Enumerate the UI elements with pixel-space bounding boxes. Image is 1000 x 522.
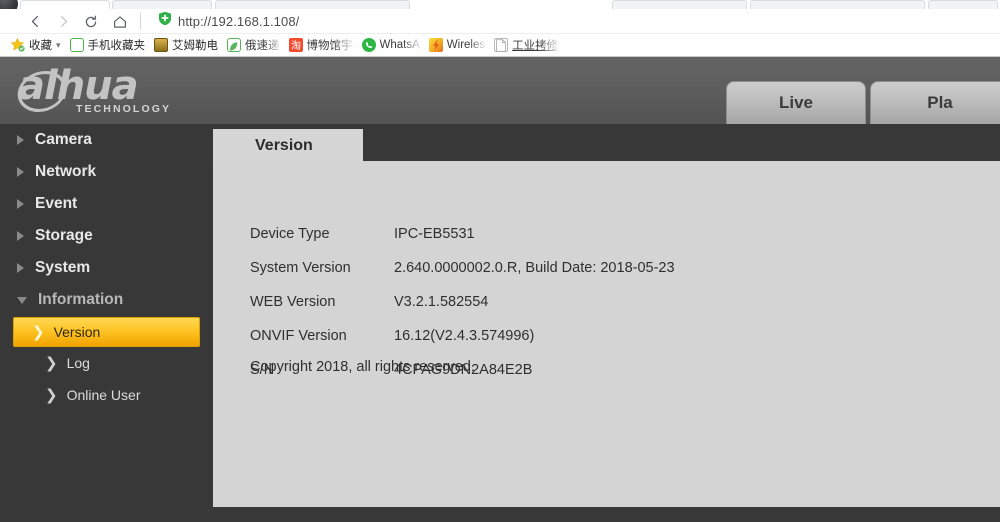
panel-tab-label: Version — [255, 137, 313, 154]
info-value: V3.2.1.582554 — [394, 294, 489, 310]
bookmark-label: Wireles — [446, 39, 486, 51]
dahua-logo: alhua TECHNOLOGY — [14, 63, 206, 117]
bookmark-item-whatsapp[interactable]: WhatsA — [361, 38, 420, 52]
toolbar-divider — [140, 12, 141, 29]
bookmark-item-express[interactable]: 俄速递 — [227, 37, 280, 53]
bookmark-label: 艾姆勒电 — [172, 40, 219, 52]
chevron-down-icon[interactable]: ▾ — [56, 40, 61, 51]
table-row: WEB Version V3.2.1.582554 — [250, 285, 675, 319]
triangle-right-icon — [17, 167, 24, 177]
chevron-right-icon: ❯ — [32, 322, 45, 341]
profile-avatar[interactable] — [0, 0, 18, 9]
bookmark-label: WhatsA — [379, 39, 420, 51]
info-label: System Version — [250, 260, 351, 276]
browser-tab[interactable] — [612, 0, 747, 9]
bookmark-item-industrial[interactable]: 工业拷修 — [494, 37, 558, 53]
bookmark-label: 工业拷修 — [512, 40, 559, 52]
phone-icon — [69, 38, 84, 52]
sidebar-item-camera[interactable]: Camera — [0, 124, 213, 156]
info-label: WEB Version — [250, 294, 336, 310]
sidebar-item-label: Network — [35, 163, 97, 180]
back-button[interactable] — [24, 11, 46, 32]
info-value: IPC-EB5531 — [394, 226, 475, 242]
sidebar-item-event[interactable]: Event — [0, 188, 213, 220]
reload-button[interactable] — [80, 11, 102, 32]
sidebar-item-label: Version — [53, 324, 101, 340]
logo-tagline: TECHNOLOGY — [76, 103, 172, 115]
sidebar-item-label: Camera — [35, 131, 92, 148]
leaf-icon — [227, 38, 242, 52]
top-tab-bar: Live Pla — [722, 81, 1000, 124]
sidebar-item-information[interactable]: Information — [0, 284, 213, 316]
sidebar-item-label: Event — [35, 195, 78, 212]
bookmark-label: 手机收藏夹 — [87, 40, 146, 52]
document-icon — [494, 38, 509, 52]
forward-button[interactable] — [52, 11, 74, 32]
copyright-text: Copyright 2018, all rights reserved. — [250, 359, 475, 375]
bookmark-item-museum[interactable]: 淘 博物馆宇 — [288, 37, 353, 53]
bookmark-item-amur[interactable]: 艾姆勒电 — [154, 37, 218, 53]
green-shield-icon[interactable] — [158, 11, 172, 31]
whatsapp-icon — [361, 38, 376, 52]
sidebar-item-log[interactable]: ❯ Log — [13, 347, 200, 379]
sidebar-item-label: Log — [66, 355, 90, 371]
sidebar-item-version[interactable]: ❯ Version — [13, 317, 200, 347]
browser-tab[interactable] — [750, 0, 925, 9]
triangle-right-icon — [17, 231, 24, 241]
table-row: System Version 2.640.0000002.0.R, Build … — [250, 251, 675, 285]
browser-tab-strip[interactable] — [0, 0, 1000, 9]
sidebar-item-network[interactable]: Network — [0, 156, 213, 188]
triangle-right-icon — [17, 135, 24, 145]
sidebar-item-label: Online User — [66, 387, 141, 403]
browser-tab[interactable] — [112, 0, 212, 9]
bookmark-item-wireless[interactable]: Wireles — [428, 38, 486, 52]
bookmark-item-mobile-favorites[interactable]: 手机收藏夹 — [69, 37, 146, 53]
bookmark-label: 收藏 — [29, 40, 52, 52]
triangle-right-icon — [17, 199, 24, 209]
tab-version[interactable]: Version — [213, 129, 363, 163]
info-label: Device Type — [250, 226, 330, 242]
browser-tab[interactable] — [928, 0, 998, 9]
info-value: 16.12(V2.4.3.574996) — [394, 328, 535, 344]
ui-header: alhua TECHNOLOGY Live Pla — [0, 57, 1000, 124]
address-bar[interactable]: http://192.168.1.108/ — [158, 10, 299, 32]
info-label: ONVIF Version — [250, 328, 347, 344]
table-row: ONVIF Version 16.12(V2.4.3.574996) — [250, 319, 675, 353]
version-content-panel: Device Type IPC-EB5531 System Version 2.… — [213, 161, 1000, 507]
forward-arrow-icon — [57, 15, 70, 28]
back-arrow-icon — [29, 15, 42, 28]
chevron-right-icon: ❯ — [45, 385, 58, 404]
svg-text:淘: 淘 — [291, 39, 301, 52]
sidebar-item-label: Information — [38, 291, 124, 308]
tab-playback[interactable]: Pla — [870, 81, 1000, 124]
reload-icon — [84, 15, 98, 29]
table-row: Device Type IPC-EB5531 — [250, 217, 675, 251]
sidebar-item-system[interactable]: System — [0, 252, 213, 284]
bookmark-label: 博物馆宇 — [306, 40, 353, 52]
sidebar-item-storage[interactable]: Storage — [0, 220, 213, 252]
tab-live[interactable]: Live — [726, 81, 866, 124]
browser-toolbar: http://192.168.1.108/ — [0, 9, 1000, 33]
home-button[interactable] — [109, 11, 131, 32]
camera-web-ui: alhua TECHNOLOGY Live Pla Camera Network… — [0, 57, 1000, 522]
bookmark-label: 俄速递 — [245, 40, 280, 52]
sidebar-nav: Camera Network Event Storage System Info… — [0, 124, 213, 522]
amur-icon — [154, 38, 169, 52]
sidebar-item-online-user[interactable]: ❯ Online User — [13, 379, 200, 411]
wireless-icon — [428, 38, 443, 52]
browser-tab[interactable] — [215, 0, 410, 9]
bookmark-item-favorites[interactable]: 收藏 ▾ — [10, 37, 61, 53]
chevron-right-icon: ❯ — [45, 353, 58, 372]
star-icon — [10, 37, 25, 52]
sidebar-item-label: Storage — [35, 227, 93, 244]
url-text: http://192.168.1.108/ — [178, 13, 300, 29]
home-icon — [113, 15, 127, 29]
sidebar-item-label: System — [35, 259, 91, 276]
taobao-icon: 淘 — [288, 38, 303, 52]
triangle-down-icon — [17, 296, 27, 304]
info-value: 2.640.0000002.0.R, Build Date: 2018-05-2… — [394, 260, 675, 276]
triangle-right-icon — [17, 263, 24, 273]
browser-tab[interactable] — [20, 0, 110, 9]
bookmarks-bar: 收藏 ▾ 手机收藏夹 艾姆勒电 俄速递 淘 博物馆宇 WhatsA Wirele… — [0, 33, 1000, 57]
